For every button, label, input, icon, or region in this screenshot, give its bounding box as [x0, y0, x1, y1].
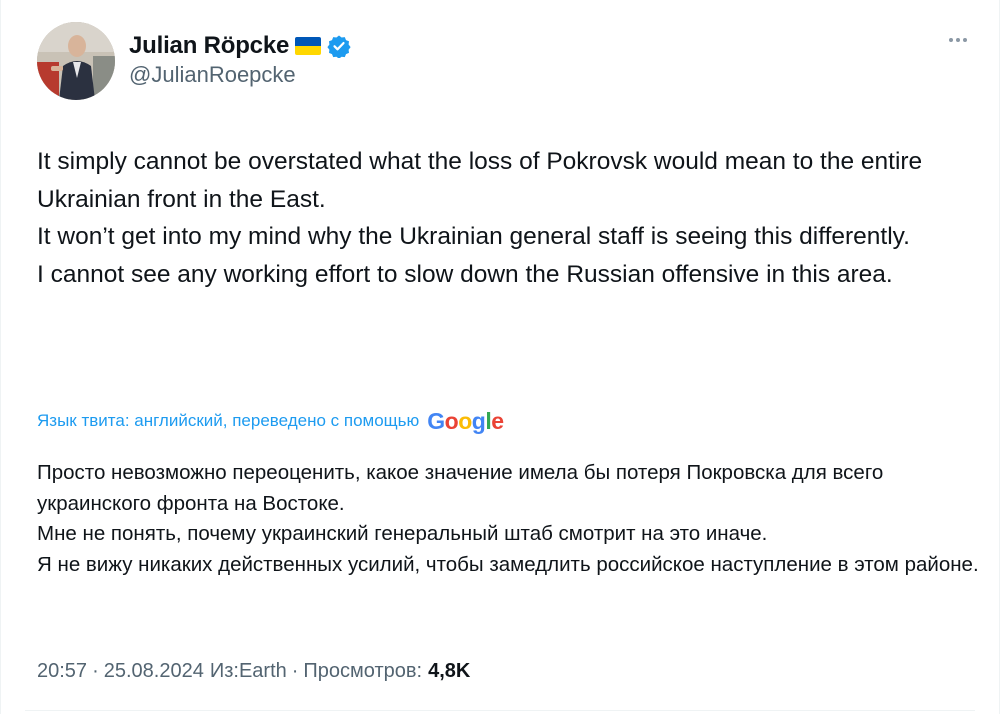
tweet-paragraph: It simply cannot be overstated what the … [37, 148, 923, 213]
google-logo-letter: G [427, 407, 445, 434]
google-logo: Google [427, 407, 504, 435]
author-name-row: Julian Röpcke [129, 28, 351, 64]
divider [25, 710, 975, 711]
google-logo-letter: o [444, 407, 459, 434]
translated-paragraph: Я не вижу никаких действенных усилий, чт… [37, 552, 979, 576]
tweet-meta: 20:57 · 25.08.2024 Из:Earth · Просмотров… [37, 660, 470, 683]
translated-paragraph: Мне не понять, почему украинский генерал… [37, 522, 768, 545]
tweet-paragraph: It won’t get into my mind why the Ukrain… [37, 223, 910, 250]
views-count: 4,8K [428, 660, 471, 682]
author-display-name[interactable]: Julian Röpcke [129, 32, 289, 60]
more-horizontal-icon [949, 38, 953, 42]
more-options-button[interactable] [943, 30, 973, 50]
google-logo-letter: o [458, 407, 472, 434]
google-logo-letter: g [471, 407, 486, 434]
views-label: Просмотров: [303, 660, 423, 682]
translation-attribution: Язык твита: английский, переведено с пом… [37, 404, 504, 438]
avatar-photo [37, 22, 115, 100]
tweet-text: It simply cannot be overstated what the … [37, 143, 982, 293]
meta-separator: · [92, 660, 99, 682]
google-logo-letter: e [491, 407, 504, 434]
tweet-source: Из:Earth [209, 660, 287, 682]
tweet-card: Julian Röpcke @JulianRoepcke It simply c… [0, 0, 1000, 714]
verified-badge-icon[interactable] [327, 34, 351, 59]
tweet-date[interactable]: 25.08.2024 [104, 660, 204, 683]
translated-text: Просто невозможно переоценить, какое зна… [37, 458, 982, 580]
meta-separator: · [291, 660, 299, 682]
translated-paragraph: Просто невозможно переоценить, какое зна… [37, 461, 884, 515]
tweet-paragraph: I cannot see any working effort to slow … [37, 260, 893, 288]
ukraine-flag-icon [295, 37, 322, 55]
avatar[interactable] [37, 22, 115, 100]
translation-label[interactable]: Язык твита: английский, переведено с пом… [37, 411, 419, 431]
author-handle[interactable]: @JulianRoepcke [129, 62, 296, 88]
tweet-time[interactable]: 20:57 [37, 660, 87, 683]
